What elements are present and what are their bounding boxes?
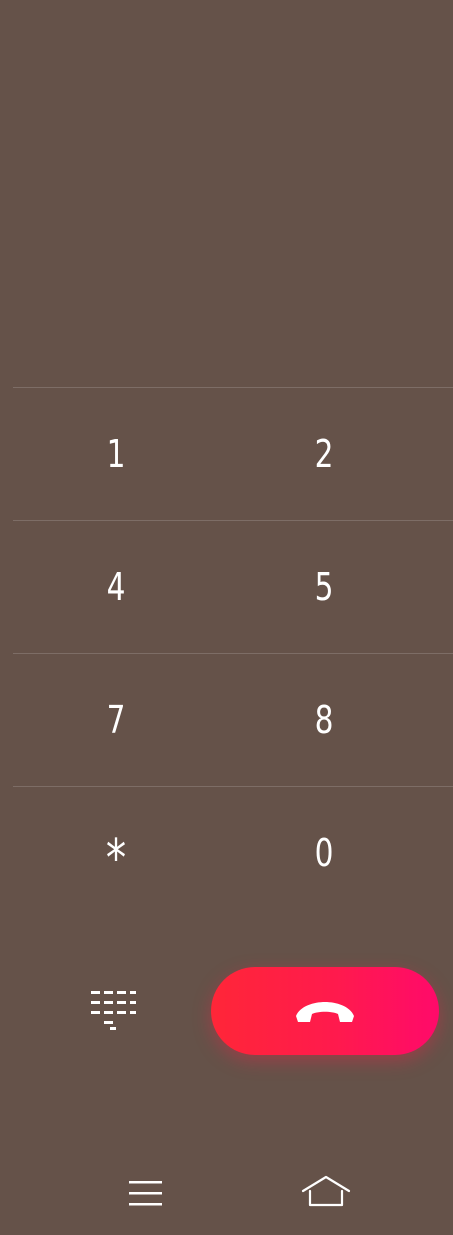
end-call-button[interactable] xyxy=(211,967,439,1055)
key-star[interactable]: * xyxy=(38,787,194,925)
keypad-row: 7 8 xyxy=(13,653,453,786)
keypad-row: * 0 xyxy=(13,786,453,919)
call-actions xyxy=(0,967,453,1055)
key-5[interactable]: 5 xyxy=(246,521,402,653)
home-icon xyxy=(301,1175,351,1207)
key-2[interactable]: 2 xyxy=(246,388,402,520)
menu-icon xyxy=(129,1181,162,1206)
key-8[interactable]: 8 xyxy=(246,654,402,786)
navigation-bar xyxy=(0,1155,453,1235)
key-4[interactable]: 4 xyxy=(38,521,194,653)
dialpad-icon xyxy=(91,991,136,1030)
end-call-icon xyxy=(296,1002,354,1022)
menu-button[interactable] xyxy=(122,1173,168,1215)
key-1[interactable]: 1 xyxy=(38,388,194,520)
dialpad-toggle-button[interactable] xyxy=(84,985,144,1037)
home-button[interactable] xyxy=(298,1171,354,1215)
key-0[interactable]: 0 xyxy=(246,787,402,919)
call-info-area xyxy=(0,0,453,387)
keypad-row: 4 5 xyxy=(13,520,453,653)
keypad-row: 1 2 xyxy=(13,387,453,520)
keypad: 1 2 4 5 7 8 * 0 xyxy=(0,387,453,919)
key-7[interactable]: 7 xyxy=(38,654,194,786)
